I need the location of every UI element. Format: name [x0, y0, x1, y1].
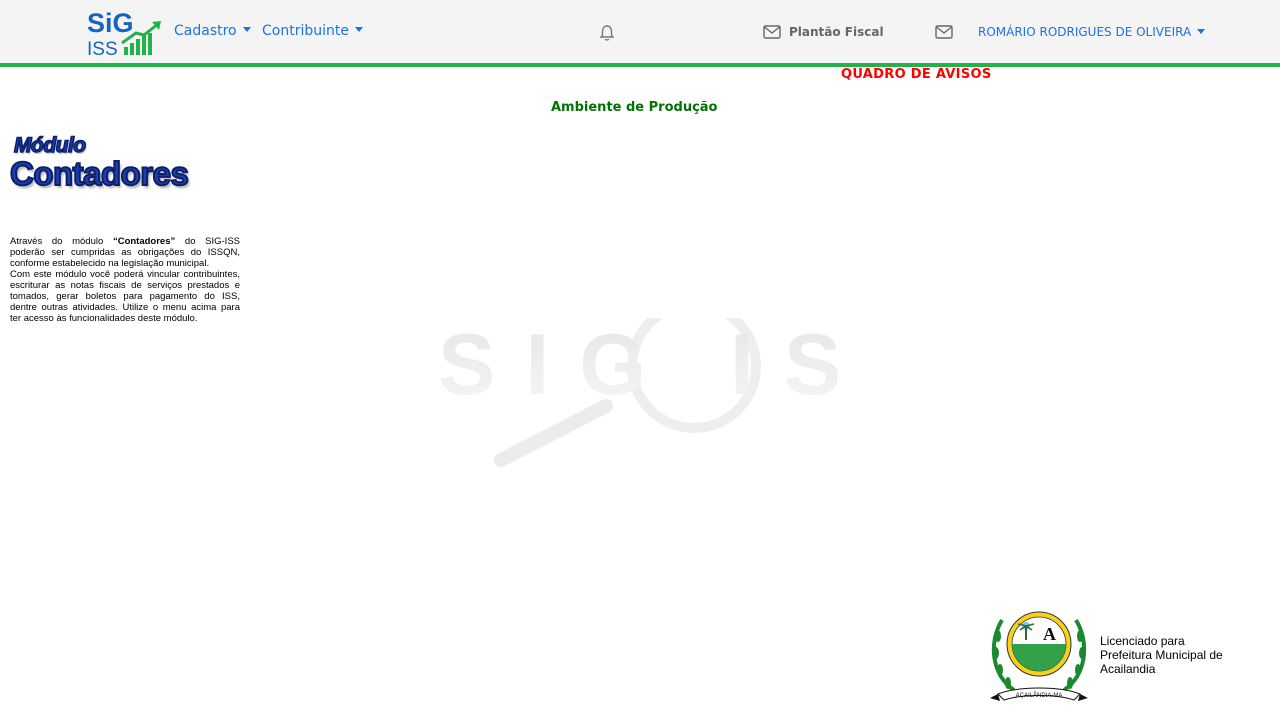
chevron-down-icon	[1197, 29, 1206, 34]
quadro-de-avisos-title: QUADRO DE AVISOS	[841, 67, 992, 82]
chevron-down-icon	[354, 27, 363, 32]
sigiss-watermark: SIG ISS	[438, 318, 846, 467]
license-text: Licenciado para Prefeitura Municipal de …	[1100, 634, 1223, 676]
user-menu[interactable]: ROMÁRIO RODRIGUES DE OLIVEIRA	[978, 25, 1206, 39]
user-name: ROMÁRIO RODRIGUES DE OLIVEIRA	[978, 25, 1192, 39]
logo-text-top: SiG	[87, 8, 134, 38]
svg-text:A: A	[1043, 624, 1056, 644]
menu-contribuinte-label: Contribuinte	[262, 23, 349, 39]
menu-cadastro[interactable]: Cadastro	[174, 23, 251, 39]
menu-contribuinte[interactable]: Contribuinte	[262, 23, 363, 39]
envelope-icon[interactable]	[935, 25, 953, 39]
plantao-fiscal-link[interactable]: Plantão Fiscal	[789, 25, 884, 39]
sigiss-logo[interactable]: SiG ISS	[86, 7, 164, 57]
acailandia-seal: A AÇAILÂNDIA-MA	[990, 611, 1088, 701]
seal-text: AÇAILÂNDIA-MA	[1016, 692, 1063, 699]
module-description-p2: Com este módulo você poderá vincular con…	[10, 269, 240, 324]
module-description: Através do módulo “Contadores” do SIG-IS…	[10, 236, 240, 324]
envelope-icon[interactable]	[763, 25, 781, 39]
watermark-text: SIG ISS	[438, 318, 846, 413]
logo-text-bottom: ISS	[87, 39, 118, 57]
bell-icon[interactable]	[598, 24, 616, 42]
menu-cadastro-label: Cadastro	[174, 23, 237, 39]
top-navbar: SiG ISS Cadastro Contribuinte Plantão Fi…	[0, 0, 1280, 67]
module-title-line2: Contadores	[9, 154, 190, 193]
module-description-p1: Através do módulo “Contadores” do SIG-IS…	[10, 236, 240, 269]
chevron-down-icon	[242, 27, 251, 32]
environment-label: Ambiente de Produção	[551, 100, 718, 115]
